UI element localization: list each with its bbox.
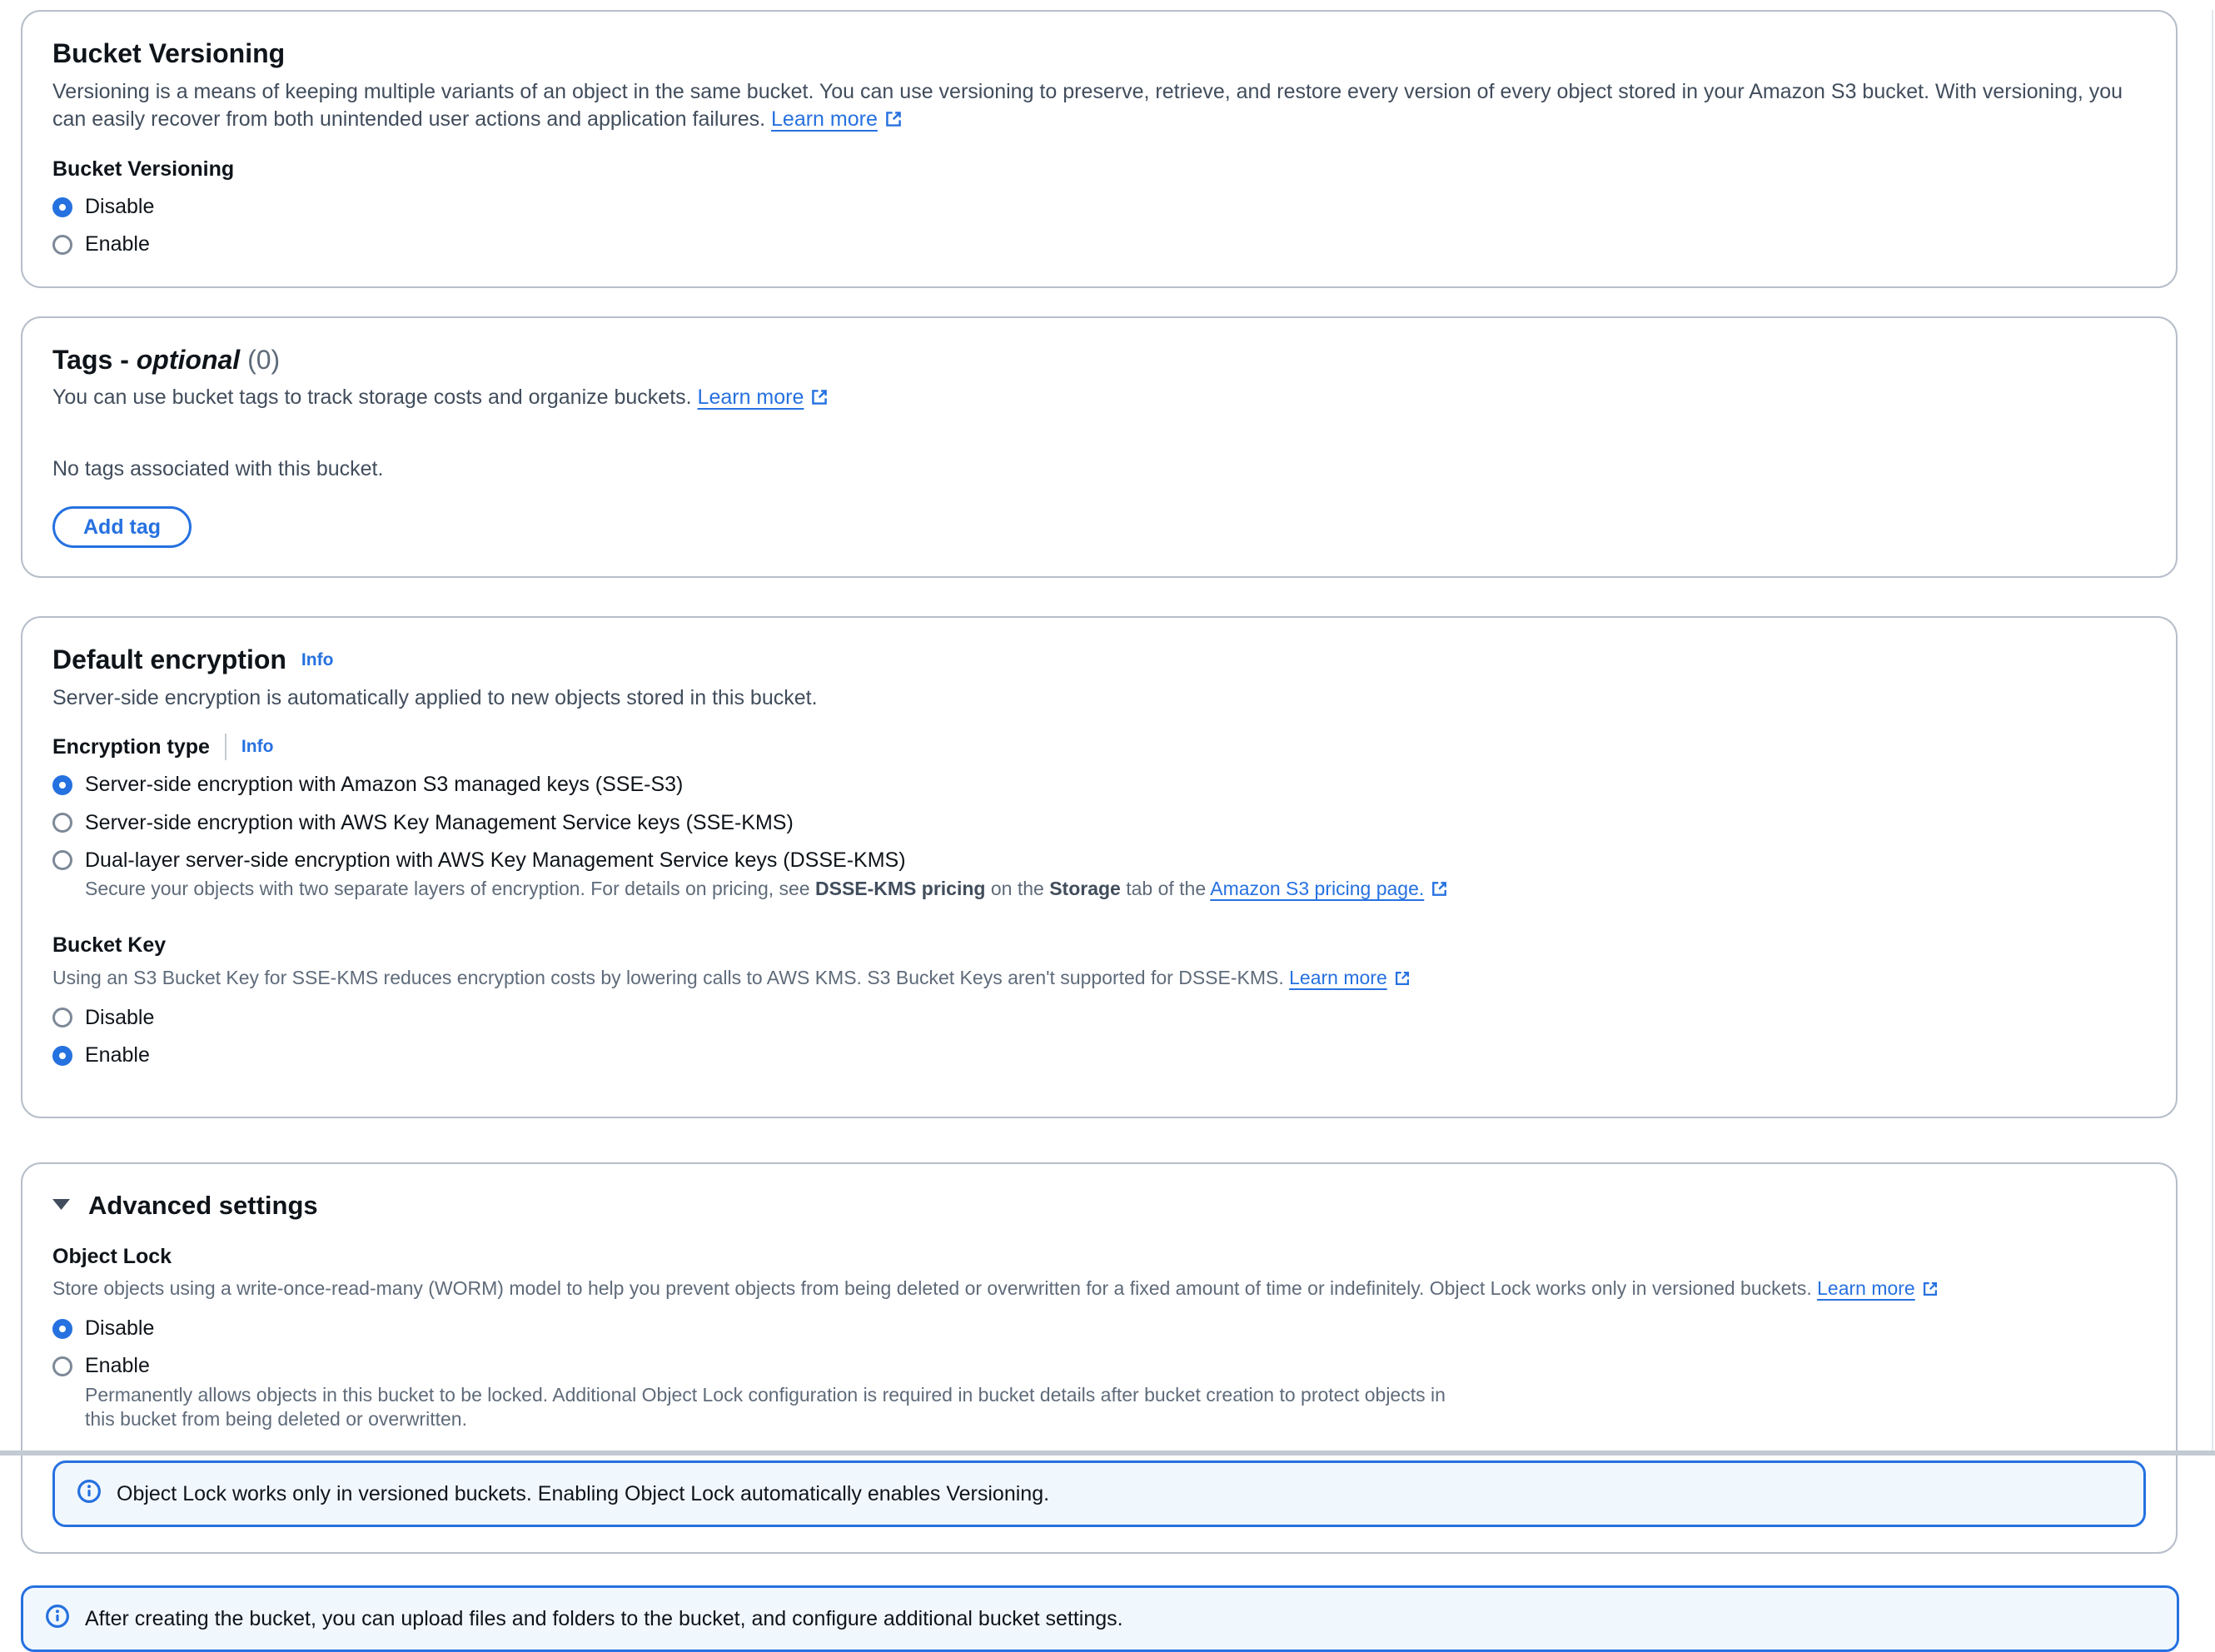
tags-counter: (0) <box>247 345 280 375</box>
versioning-enable-radio[interactable]: Enable <box>52 231 2146 257</box>
object-lock-description: Store objects using a write-once-read-ma… <box>52 1276 2146 1304</box>
tags-title: Tags - optional (0) <box>52 343 2146 378</box>
bucket-versioning-radio-group: Disable Enable <box>52 194 2146 258</box>
info-icon <box>45 1604 70 1635</box>
bucket-key-label: Bucket Key <box>52 932 2146 959</box>
radio-circle-icon <box>52 775 72 795</box>
advanced-settings-card: Advanced settings Object Lock Store obje… <box>21 1162 2178 1554</box>
bucket-versioning-description: Versioning is a means of keeping multipl… <box>52 78 2146 136</box>
bucket-key-radio-group: Disable Enable <box>52 1005 2146 1069</box>
tags-card: Tags - optional (0) You can use bucket t… <box>21 316 2178 579</box>
bucket-key-learn-more-link[interactable]: Learn more <box>1289 967 1387 988</box>
label-divider <box>225 734 226 760</box>
object-lock-enable-description: Permanently allows objects in this bucke… <box>85 1383 1451 1433</box>
encryption-type-label: Encryption type <box>52 734 210 761</box>
bucket-key-description: Using an S3 Bucket Key for SSE-KMS reduc… <box>52 966 2146 993</box>
external-link-icon <box>810 386 829 414</box>
external-link-icon <box>884 108 903 136</box>
radio-circle-icon <box>52 1046 72 1066</box>
radio-circle-icon <box>52 197 72 217</box>
bucket-key-disable-radio[interactable]: Disable <box>52 1005 2146 1031</box>
advanced-settings-title: Advanced settings <box>88 1189 318 1222</box>
radio-circle-icon <box>52 850 72 870</box>
dsse-kms-description: Secure your objects with two separate la… <box>85 877 2146 903</box>
footer-alert-text: After creating the bucket, you can uploa… <box>85 1607 1123 1631</box>
external-link-icon <box>1431 879 1448 903</box>
add-tag-button[interactable]: Add tag <box>52 506 192 548</box>
window-right-edge <box>2212 10 2213 1455</box>
radio-circle-icon <box>52 813 72 833</box>
versioning-learn-more-link[interactable]: Learn more <box>771 107 878 131</box>
radio-circle-icon <box>52 1356 72 1376</box>
radio-circle-icon <box>52 1319 72 1339</box>
bucket-versioning-title: Bucket Versioning <box>52 37 2146 72</box>
object-lock-alert-text: Object Lock works only in versioned buck… <box>117 1482 1049 1506</box>
sse-kms-radio[interactable]: Server-side encryption with AWS Key Mana… <box>52 810 2146 836</box>
encryption-type-label-row: Encryption type Info <box>52 734 2146 761</box>
info-icon <box>77 1479 102 1510</box>
bucket-key-block: Bucket Key Using an S3 Bucket Key for SS… <box>52 932 2146 1068</box>
default-encryption-card: Default encryptionInfo Server-side encry… <box>21 616 2178 1118</box>
object-lock-label: Object Lock <box>52 1243 2146 1271</box>
tags-description: You can use bucket tags to track storage… <box>52 384 2146 414</box>
bucket-versioning-card: Bucket Versioning Versioning is a means … <box>21 10 2178 288</box>
default-encryption-title: Default encryptionInfo <box>52 643 2146 678</box>
object-lock-enable-radio[interactable]: Enable <box>52 1353 2146 1379</box>
dsse-kms-radio[interactable]: Dual-layer server-side encryption with A… <box>52 848 2146 873</box>
footer-info-alert: After creating the bucket, you can uploa… <box>21 1585 2179 1652</box>
window-bottom-edge <box>0 1450 2215 1455</box>
radio-circle-icon <box>52 235 72 255</box>
bucket-key-enable-radio[interactable]: Enable <box>52 1042 2146 1068</box>
object-lock-learn-more-link[interactable]: Learn more <box>1817 1277 1915 1299</box>
default-encryption-info-link[interactable]: Info <box>301 650 333 669</box>
bucket-versioning-field-label: Bucket Versioning <box>52 156 2146 183</box>
external-link-icon <box>1394 968 1411 993</box>
encryption-type-radio-group: Server-side encryption with Amazon S3 ma… <box>52 772 2146 903</box>
external-link-icon <box>1922 1279 1939 1304</box>
object-lock-radio-group: Disable Enable Permanently allows object… <box>52 1316 2146 1432</box>
advanced-settings-expander[interactable]: Advanced settings <box>52 1189 2146 1222</box>
tags-learn-more-link[interactable]: Learn more <box>698 386 804 409</box>
versioning-disable-radio[interactable]: Disable <box>52 194 2146 220</box>
object-lock-disable-radio[interactable]: Disable <box>52 1316 2146 1341</box>
create-bucket-settings-page: Bucket Versioning Versioning is a means … <box>0 10 2215 1455</box>
s3-pricing-page-link[interactable]: Amazon S3 pricing page. <box>1210 878 1424 899</box>
encryption-type-info-link[interactable]: Info <box>241 737 273 757</box>
sse-s3-radio[interactable]: Server-side encryption with Amazon S3 ma… <box>52 772 2146 798</box>
default-encryption-description: Server-side encryption is automatically … <box>52 684 2146 712</box>
object-lock-info-alert: Object Lock works only in versioned buck… <box>52 1460 2146 1527</box>
radio-circle-icon <box>52 1008 72 1028</box>
caret-down-icon <box>52 1199 70 1214</box>
no-tags-text: No tags associated with this bucket. <box>52 457 2146 481</box>
